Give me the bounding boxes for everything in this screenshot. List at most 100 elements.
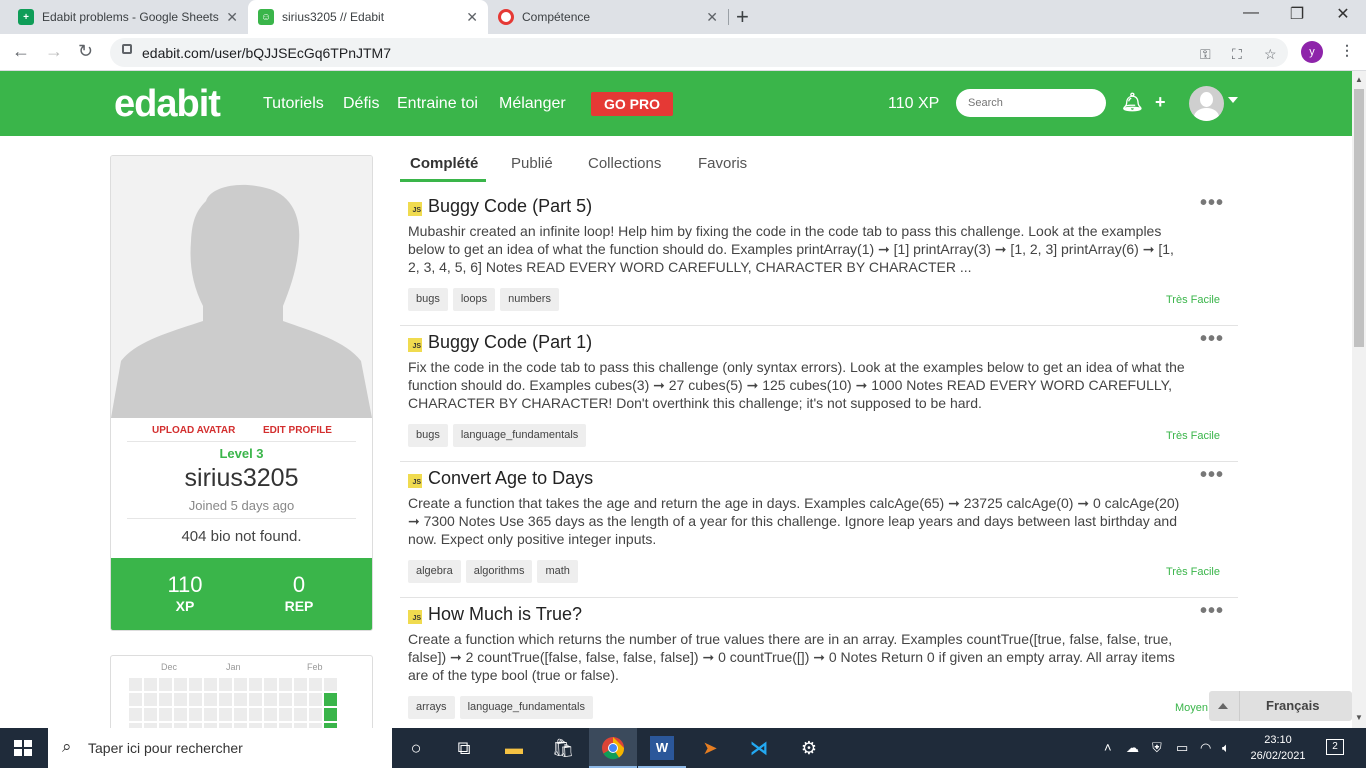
back-icon[interactable]: ← [12,41,30,62]
tag[interactable]: math [537,560,578,583]
task-view-icon[interactable]: ⧉ [452,736,476,760]
challenge-title[interactable]: How Much is True? [428,604,582,625]
calendar-day [309,708,322,721]
bell-icon[interactable]: 🔔︎ [1121,92,1144,113]
close-icon[interactable]: ✕ [226,9,238,26]
activity-calendar: Dec Jan Feb [110,655,373,735]
vscode-icon[interactable]: ⋊ [747,736,771,760]
tag[interactable]: bugs [408,424,448,447]
reload-icon[interactable]: ↻ [78,41,93,62]
word-icon[interactable]: W [650,736,674,760]
tag[interactable]: loops [452,288,496,311]
scroll-up-icon[interactable]: ▲ [1355,75,1363,84]
tab-favoris[interactable]: Favoris [698,155,747,172]
tab-divider [728,9,729,25]
more-options-icon[interactable]: ••• [1200,600,1224,623]
challenge-item[interactable]: JS Convert Age to Days ••• Create a func… [400,462,1238,598]
joined-date: Joined 5 days ago [188,498,295,513]
file-explorer-icon[interactable]: ▬ [502,736,526,760]
windows-start-icon[interactable] [14,740,32,756]
challenge-title[interactable]: Buggy Code (Part 1) [428,332,592,353]
url-field[interactable]: edabit.com/user/bQJJSEcGq6TPnJTM7 ⚿ ⛶ ☆ [110,38,1288,67]
more-options-icon[interactable]: ••• [1200,464,1224,487]
scrollbar-thumb[interactable] [1354,89,1364,347]
settings-gear-icon[interactable]: ⚙ [797,736,821,760]
chrome-icon[interactable] [601,736,625,760]
calendar-day [234,693,247,706]
upload-avatar-link[interactable]: UPLOAD AVATAR [152,425,235,436]
language-selector[interactable]: Français [1209,691,1352,721]
close-icon[interactable]: ✕ [706,9,718,26]
cortana-icon[interactable]: ○ [404,736,428,760]
menu-icon[interactable]: ⋮ [1340,42,1354,59]
add-icon[interactable]: + [1155,92,1166,113]
calendar-day [264,678,277,691]
taskbar-search[interactable]: ⌕ Taper ici pour rechercher [48,728,392,768]
maximize-icon[interactable]: ❐ [1274,4,1320,24]
tag-list: arrays language_fundamentals [408,696,593,719]
star-icon[interactable]: ☆ [1264,46,1277,63]
calendar-day [234,708,247,721]
more-options-icon[interactable]: ••• [1200,328,1224,351]
tag[interactable]: algebra [408,560,461,583]
search-input[interactable] [956,89,1106,117]
chevron-down-icon[interactable] [1228,97,1238,103]
tag[interactable]: language_fundamentals [459,696,593,719]
browser-tab-edabit[interactable]: ☺ sirius3205 // Edabit ✕ [248,0,488,34]
calendar-day [174,693,187,706]
forward-icon[interactable]: → [45,41,63,62]
new-tab-icon[interactable]: + [736,4,749,30]
more-options-icon[interactable]: ••• [1200,192,1224,215]
scroll-down-icon[interactable]: ▼ [1355,713,1363,722]
profile-avatar[interactable]: y [1301,41,1323,63]
challenge-item[interactable]: JS Buggy Code (Part 1) ••• Fix the code … [400,326,1238,462]
tag[interactable]: numbers [500,288,559,311]
translate-icon[interactable]: ⛶ [1232,46,1242,63]
volume-icon[interactable]: 🔈︎ [1222,740,1230,756]
app-bird-icon[interactable]: ➤ [698,736,722,760]
page-scrollbar[interactable]: ▲ ▼ [1352,71,1366,728]
user-avatar[interactable] [1189,86,1224,121]
calendar-day [129,708,142,721]
wifi-icon[interactable]: ◠ [1200,740,1211,756]
tab-complete[interactable]: Complété [410,155,478,172]
cloud-icon[interactable]: ☁ [1126,740,1139,756]
challenge-item[interactable]: JS Buggy Code (Part 5) ••• Mubashir crea… [400,190,1238,326]
tab-collections[interactable]: Collections [588,155,661,172]
chevron-up-icon [1218,703,1228,709]
challenge-title[interactable]: Convert Age to Days [428,468,593,489]
window-close-icon[interactable]: ✕ [1320,4,1366,24]
tab-publie[interactable]: Publié [511,155,553,172]
tag[interactable]: language_fundamentals [452,424,587,447]
chevron-up-icon[interactable]: ˄ [1104,740,1112,755]
security-icon[interactable]: ⛨ [1152,740,1162,756]
store-icon[interactable]: 🛍︎ [551,736,575,760]
minimize-icon[interactable]: — [1228,4,1274,22]
challenge-description: Mubashir created an infinite loop! Help … [408,223,1174,275]
nav-tutoriels[interactable]: Tutoriels [263,95,324,113]
browser-tab-competence[interactable]: Compétence ✕ [488,0,728,34]
nav-defis[interactable]: Défis [343,95,379,113]
close-icon[interactable]: ✕ [466,9,478,26]
tag[interactable]: algorithms [465,560,533,583]
calendar-day [309,693,322,706]
taskbar-search-placeholder: Taper ici pour rechercher [88,740,243,756]
key-icon[interactable]: ⚿ [1200,46,1211,63]
calendar-day [294,678,307,691]
edit-profile-link[interactable]: EDIT PROFILE [263,425,332,436]
challenge-title[interactable]: Buggy Code (Part 5) [428,196,592,217]
tag[interactable]: arrays [408,696,455,719]
battery-icon[interactable]: ▭ [1176,740,1188,756]
tag[interactable]: bugs [408,288,448,311]
calendar-day [279,708,292,721]
go-pro-button[interactable]: GO PRO [591,92,673,116]
sheets-icon: + [18,9,34,25]
browser-tab-sheets[interactable]: + Edabit problems - Google Sheets ✕ [8,0,248,34]
nav-melanger[interactable]: Mélanger [499,95,566,113]
calendar-day [204,678,217,691]
notification-icon[interactable]: 2 [1326,739,1344,755]
system-clock[interactable]: 23:10 26/02/2021 [1246,732,1310,764]
nav-entraine-toi[interactable]: Entraine toi [397,95,478,113]
edabit-logo[interactable]: edabit [114,83,221,126]
challenge-item[interactable]: JS How Much is True? ••• Create a functi… [400,598,1238,726]
